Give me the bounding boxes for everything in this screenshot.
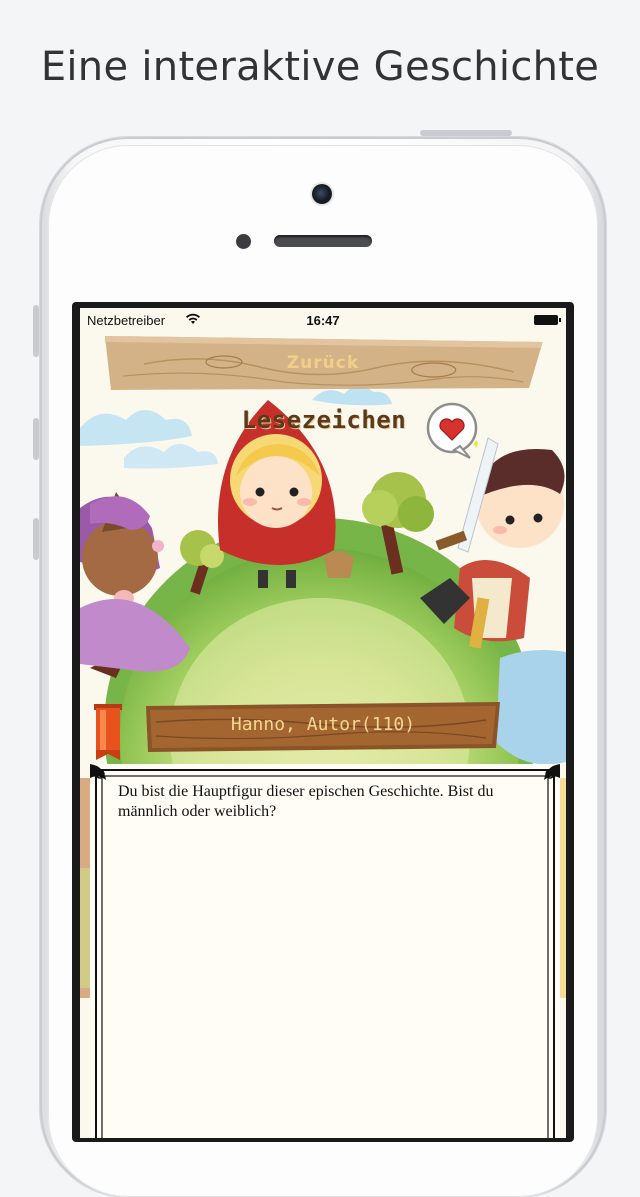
story-text: Du bist die Hauptfigur dieser epischen G… (118, 783, 494, 820)
story-panel: Du bist die Hauptfigur dieser epischen G… (90, 764, 560, 1138)
volume-up-button (33, 418, 39, 460)
status-bar: Netzbetreiber 16:47 (80, 308, 566, 334)
heart-bubble-icon[interactable] (426, 402, 482, 462)
front-camera (312, 184, 332, 204)
author-label: Hanno, Autor(110) (230, 714, 416, 735)
page-headline: Eine interaktive Geschichte (40, 44, 600, 90)
power-button (420, 130, 512, 136)
clock: 16:47 (306, 313, 340, 328)
back-button-label[interactable]: Zurück (80, 353, 566, 373)
battery-icon (534, 315, 561, 325)
bookmarks-title[interactable]: Lesezeichen (236, 406, 412, 434)
earpiece-speaker (274, 235, 372, 247)
volume-down-button (33, 518, 39, 560)
mute-switch (33, 305, 39, 357)
app-screen: Netzbetreiber 16:47 Zurück Lesezeichen H… (80, 308, 566, 1138)
bookmark-ribbon-icon[interactable] (92, 704, 124, 760)
proximity-sensor (236, 234, 251, 249)
